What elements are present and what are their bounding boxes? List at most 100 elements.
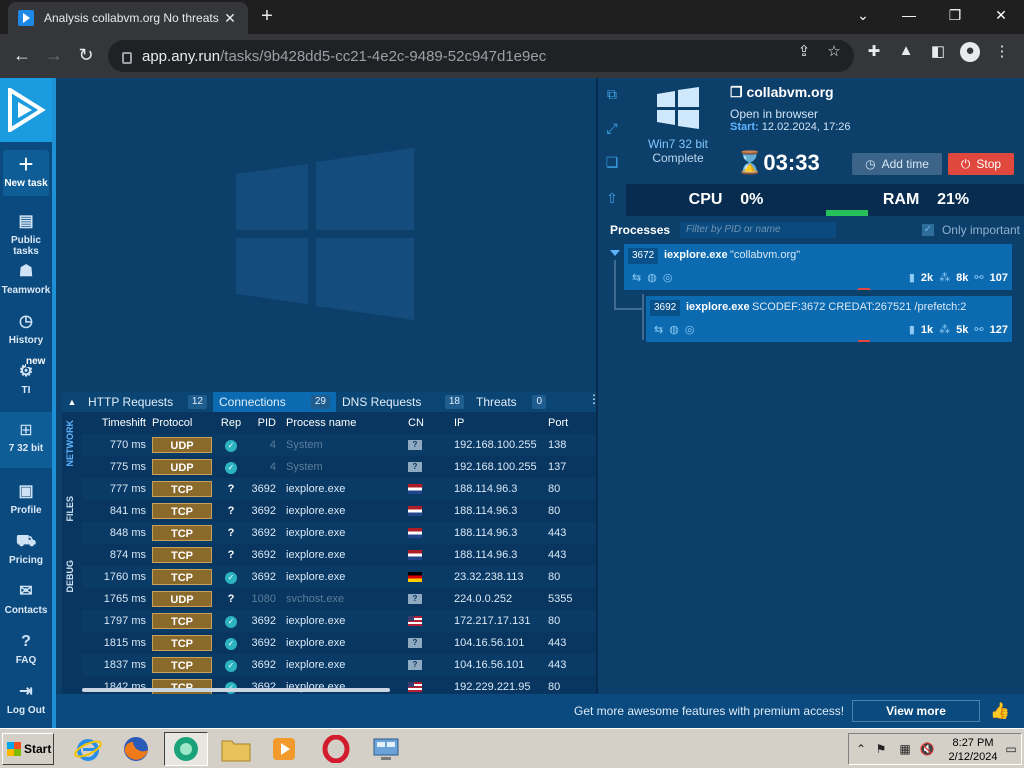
anyrun-logo-icon[interactable] [0, 78, 52, 142]
sidebar-item-profile[interactable]: ▣ Profile [0, 482, 52, 516]
process-filter-input[interactable]: Filter by PID or name [680, 222, 837, 238]
browser-app-icon[interactable] [164, 732, 208, 766]
network-icon[interactable]: ▦ [897, 742, 913, 758]
extensions-puzzle-icon[interactable]: ✚ [864, 42, 884, 62]
sidebar-item-contacts[interactable]: ✉ Contacts [0, 582, 52, 616]
tab-http-requests[interactable]: HTTP Requests 12 [82, 392, 213, 412]
action-center-flag-icon[interactable]: ⚑ [873, 742, 889, 758]
process-item[interactable]: 3692 iexplore.exe SCODEF:3672 CREDAT:267… [646, 296, 1012, 342]
table-row[interactable]: 1765 ms UDP? 1080 svchost.exe? 224.0.0.252 53… [82, 588, 600, 610]
taskbar-clock[interactable]: 8:27 PM 2/12/2024 [943, 736, 1003, 764]
forward-arrow-icon[interactable]: → [42, 44, 66, 68]
table-row[interactable]: 1815 ms TCP ✓ 3692 iexplore.exe? 104.16.56.10… [82, 632, 600, 654]
add-time-button[interactable]: ◷ Add time [852, 153, 942, 175]
side-panel-icon[interactable]: ◧ [928, 42, 948, 62]
file-explorer-icon[interactable] [214, 732, 258, 766]
process-cmd: "collabvm.org" [730, 249, 801, 261]
table-row[interactable]: 1837 ms TCP ✓ 3692 iexplore.exe? 104.16.56.10… [82, 654, 600, 676]
cell-port: 443 [548, 659, 567, 671]
vm-screen[interactable] [56, 78, 596, 392]
horizontal-scrollbar[interactable] [82, 688, 390, 692]
media-player-icon[interactable] [262, 732, 306, 766]
table-row[interactable]: 841 ms TCP? 3692 iexplore.exe 188.114.96.3 80 [82, 500, 600, 522]
col-protocol[interactable]: Protocol [152, 417, 216, 429]
col-process-name[interactable]: Process name [280, 417, 408, 429]
bookmark-star-icon[interactable]: ☆ [824, 42, 844, 62]
table-row[interactable]: 1760 ms TCP ✓ 3692 iexplore.exe 23.32.238.113… [82, 566, 600, 588]
open-external-icon[interactable]: ⧉ [604, 86, 620, 102]
opera-icon[interactable] [314, 732, 358, 766]
side-tab-network[interactable]: NETWORK [65, 420, 79, 467]
col-port[interactable]: Port [548, 417, 588, 429]
checkmark-icon: ✓ [921, 224, 934, 236]
side-tab-files[interactable]: FILES [65, 496, 79, 522]
col-rep[interactable]: Rep [216, 417, 246, 429]
sidebar-item-public-tasks[interactable]: ▤ Public tasks [0, 212, 52, 257]
col-ip[interactable]: IP [454, 417, 548, 429]
side-tab-debug[interactable]: DEBUG [65, 560, 79, 593]
stop-button[interactable]: ⏻ Stop [948, 153, 1014, 175]
tab-search-chevron-icon[interactable]: ⌄ [840, 0, 886, 30]
minimize-icon[interactable]: — [886, 0, 932, 30]
start-button[interactable]: Start [2, 733, 54, 765]
anyrun-favicon-icon [18, 10, 34, 26]
process-item[interactable]: 3672 iexplore.exe "collabvm.org" ⇆◍◎ ▮ 2k… [624, 244, 1012, 290]
sidebar-item-vm[interactable]: ⊞ 7 32 bit [0, 412, 52, 468]
sidebar-item-logout[interactable]: ⇥ Log Out [0, 682, 52, 716]
profile-avatar-icon[interactable]: ● [960, 42, 980, 62]
table-row[interactable]: 777 ms TCP? 3692 iexplore.exe 188.114.96.3 80 [82, 478, 600, 500]
table-row[interactable]: 770 ms UDP ✓ 4 System? 192.168.100.255 138 [82, 434, 600, 456]
share-icon[interactable]: ⇪ [794, 42, 814, 62]
restore-icon[interactable]: ❐ [932, 0, 978, 30]
col-cn[interactable]: CN [408, 417, 454, 429]
expand-caret-icon[interactable] [610, 250, 620, 256]
table-row[interactable]: 848 ms TCP? 3692 iexplore.exe 188.114.96.3 44… [82, 522, 600, 544]
fullscreen-icon[interactable]: ⤢ [604, 120, 620, 136]
tab-threats[interactable]: Threats 0 [470, 392, 552, 412]
col-timeshift[interactable]: Timeshift [82, 417, 152, 429]
internet-explorer-icon[interactable] [66, 732, 110, 766]
cell-process-name: iexplore.exe [286, 505, 346, 517]
thumbs-up-icon[interactable]: 👍 [990, 701, 1010, 721]
back-arrow-icon[interactable]: ← [10, 44, 34, 68]
sidebar-item-ti[interactable]: new ⚙ TI [0, 356, 52, 396]
new-task-button[interactable]: + New task [3, 150, 49, 196]
browser-tab[interactable]: Analysis collabvm.org No threats d ✕ [8, 2, 248, 34]
tray-expand-icon[interactable]: ⌃ [853, 742, 869, 758]
flask-icon[interactable]: ▲ [896, 42, 916, 62]
menu-kebab-icon[interactable]: ⋮ [992, 42, 1012, 62]
sidebar-item-history[interactable]: ◷ History [0, 312, 52, 346]
only-important-checkbox[interactable]: ✓ Only important [921, 223, 1020, 237]
table-row[interactable]: 874 ms TCP? 3692 iexplore.exe 188.114.96.3 44… [82, 544, 600, 566]
close-window-icon[interactable]: ✕ [978, 0, 1024, 30]
sidebar-item-teamwork[interactable]: ☗ Teamwork [0, 262, 52, 296]
copy-small-icon[interactable]: ❐ [730, 84, 746, 100]
tab-close-icon[interactable]: ✕ [222, 10, 238, 27]
open-in-browser-link[interactable]: Open in browser [730, 107, 1020, 121]
sidebar-item-pricing[interactable]: ⛟ Pricing [0, 532, 52, 566]
table-row[interactable]: 1797 ms TCP ✓ 3692 iexplore.exe 172.217.17.13… [82, 610, 600, 632]
view-more-button[interactable]: View more [852, 700, 980, 722]
firefox-icon[interactable] [114, 732, 158, 766]
col-pid[interactable]: PID [246, 417, 280, 429]
tab-connections[interactable]: Connections 29 [213, 392, 336, 412]
volume-muted-icon[interactable]: 🔇 [919, 742, 935, 758]
reload-icon[interactable]: ↻ [74, 44, 98, 68]
collapse-up-icon[interactable]: ▲ [62, 392, 82, 412]
windows-os-icon [657, 87, 699, 129]
copy-icon[interactable]: ❏ [604, 154, 620, 170]
cell-ip: 172.217.17.131 [454, 615, 531, 627]
show-desktop-icon[interactable]: ▭ [1003, 742, 1019, 758]
protocol-badge: UDP [152, 437, 212, 453]
cell-process-name: System [286, 439, 323, 451]
sidebar-item-faq[interactable]: ? FAQ [0, 632, 52, 666]
cell-port: 80 [548, 571, 561, 583]
connections-table: Timeshift Protocol Rep PID Process name … [82, 412, 600, 698]
table-row[interactable]: 775 ms UDP ✓ 4 System? 192.168.100.255 137 [82, 456, 600, 478]
address-bar[interactable]: app.any.run/tasks/9b428dd5-cc21-4e2c-948… [108, 40, 854, 72]
upload-icon[interactable]: ⇧ [604, 190, 620, 206]
tab-dns-requests[interactable]: DNS Requests 18 [336, 392, 470, 412]
control-panel-icon[interactable] [364, 732, 408, 766]
new-tab-button[interactable]: + [256, 6, 278, 28]
task-name[interactable]: ❐ collabvm.org [730, 84, 1020, 101]
